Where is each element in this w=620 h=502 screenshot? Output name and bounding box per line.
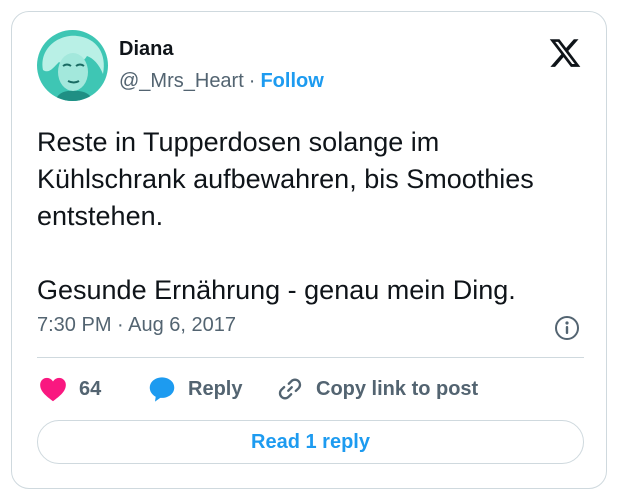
author-handle-row: @_Mrs_Heart · Follow [119, 70, 324, 93]
avatar[interactable] [37, 30, 108, 101]
copy-link-button[interactable]: Copy link to post [276, 372, 478, 406]
like-button[interactable]: 64 [39, 372, 101, 406]
reply-button[interactable]: Reply [148, 372, 242, 406]
profile-photo-icon [37, 30, 108, 101]
separator-dot: · [248, 70, 256, 92]
speech-bubble-icon [149, 377, 175, 402]
post-timestamp[interactable]: 7:30 PM · Aug 6, 2017 [37, 314, 236, 337]
heart-icon [40, 377, 66, 402]
read-replies-button[interactable]: Read 1 reply [37, 420, 584, 464]
like-count: 64 [79, 377, 102, 400]
read-replies-label: Read 1 reply [251, 430, 370, 453]
link-icon [278, 378, 302, 400]
author-name[interactable]: Diana [119, 38, 173, 61]
reply-label: Reply [188, 377, 243, 400]
author-handle[interactable]: @_Mrs_Heart [119, 70, 244, 92]
embedded-post-card: Diana @_Mrs_Heart · Follow Reste in Tupper… [11, 11, 607, 489]
post-paragraph: Reste in Tupperdosen solange im Kühlschr… [37, 127, 534, 231]
post-paragraph: Gesunde Ernährung - genau mein Ding. [37, 275, 516, 305]
divider [37, 357, 584, 358]
x-logo-icon[interactable] [548, 36, 582, 70]
post-text: Reste in Tupperdosen solange im Kühlschr… [37, 124, 582, 309]
info-icon[interactable] [554, 315, 580, 341]
copy-link-label: Copy link to post [316, 377, 479, 400]
follow-link[interactable]: Follow [260, 70, 323, 92]
